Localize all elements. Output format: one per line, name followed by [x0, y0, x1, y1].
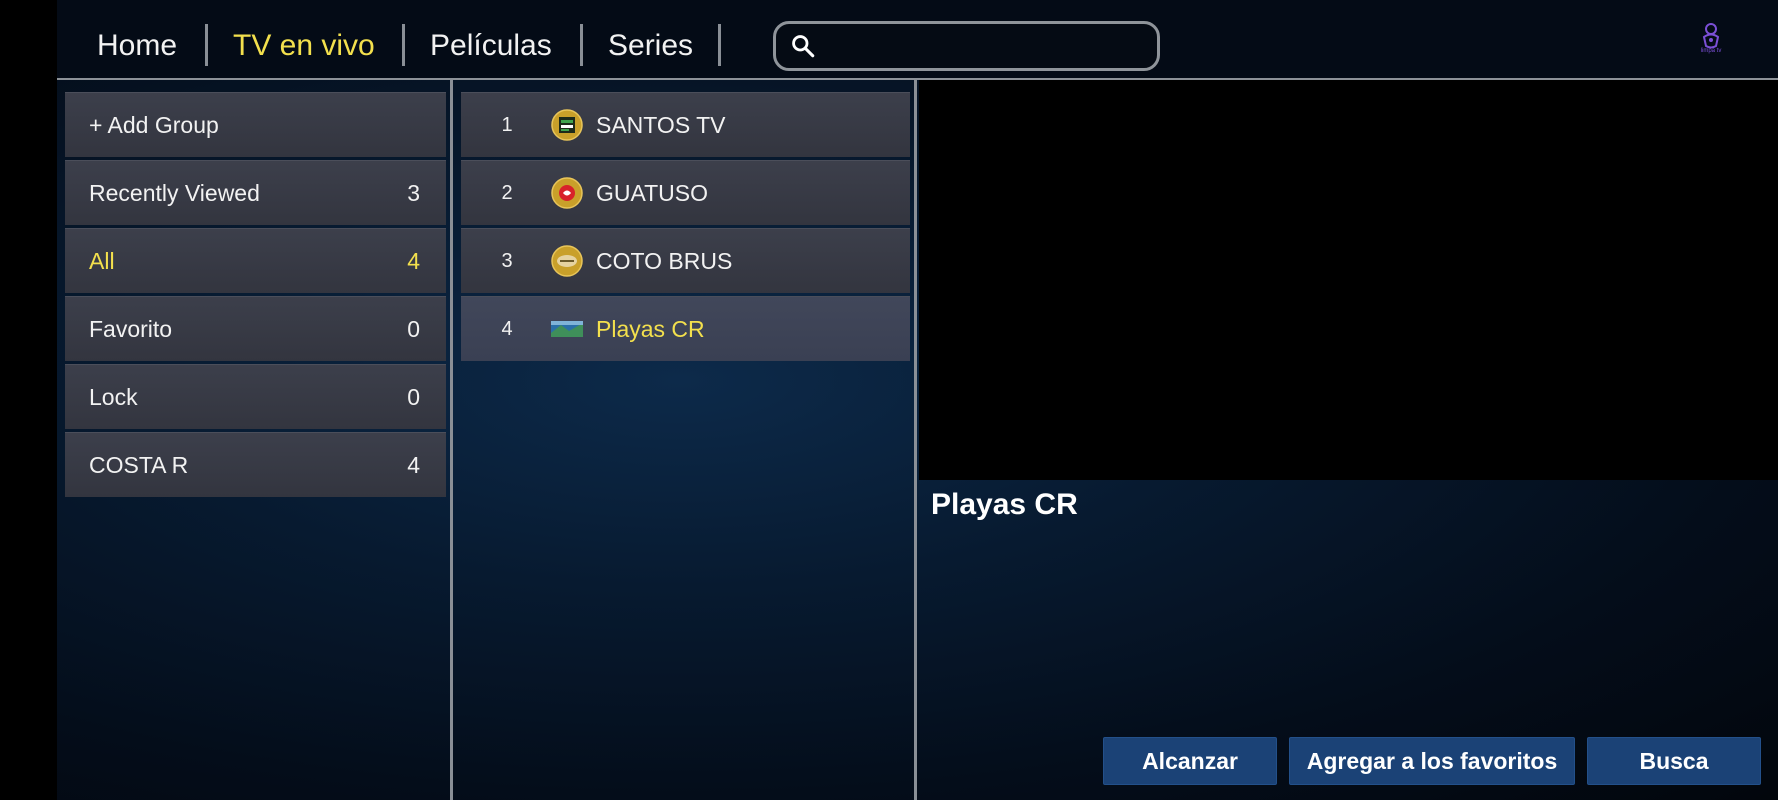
add-favorite-button[interactable]: Agregar a los favoritos	[1289, 737, 1575, 785]
group-label: Recently Viewed	[89, 180, 260, 206]
playas-cr-thumbnail-icon	[551, 321, 583, 337]
left-edge-bar	[0, 0, 57, 800]
nav-separator	[580, 24, 583, 66]
group-count: 0	[407, 316, 420, 342]
tab-tv-en-vivo[interactable]: TV en vivo	[233, 24, 375, 68]
group-count: 3	[407, 180, 420, 206]
group-count: 4	[407, 248, 420, 274]
channel-name: COTO BRUS	[596, 248, 733, 274]
group-count: 4	[407, 452, 420, 478]
channel-number: 1	[501, 114, 513, 136]
coto-brus-logo-icon	[551, 245, 583, 277]
group-lock[interactable]: Lock 0	[65, 364, 446, 429]
group-label: All	[89, 248, 115, 274]
search-input[interactable]	[828, 28, 1142, 66]
channel-item-selected[interactable]: 4 Playas CR	[461, 296, 910, 361]
nav-separator	[205, 24, 208, 66]
group-label: Lock	[89, 384, 138, 410]
search-icon[interactable]	[790, 33, 816, 59]
nav-separator	[402, 24, 405, 66]
tab-series[interactable]: Series	[608, 24, 693, 68]
tab-home[interactable]: Home	[97, 24, 177, 68]
channel-name: Playas CR	[596, 316, 705, 342]
channel-item[interactable]: 1 SANTOS TV	[461, 92, 910, 157]
group-label: + Add Group	[89, 112, 219, 138]
group-costa-r[interactable]: COSTA R 4	[65, 432, 446, 497]
channel-list: 1 SANTOS TV 2 GUATUSO 3 COTO BRUS 4 Play…	[461, 92, 910, 364]
reach-button[interactable]: Alcanzar	[1103, 737, 1277, 785]
group-recently-viewed[interactable]: Recently Viewed 3	[65, 160, 446, 225]
column-separator	[450, 80, 453, 800]
group-favorito[interactable]: Favorito 0	[65, 296, 446, 361]
group-label: COSTA R	[89, 452, 189, 478]
group-add[interactable]: + Add Group	[65, 92, 446, 157]
group-label: Favorito	[89, 316, 173, 342]
group-all[interactable]: All 4	[65, 228, 446, 293]
channel-number: 4	[501, 318, 513, 340]
app-logo-text: limpa tv	[1700, 48, 1722, 54]
channel-name: SANTOS TV	[596, 112, 726, 138]
channel-number: 2	[501, 182, 513, 204]
video-preview[interactable]	[919, 80, 1778, 480]
column-separator	[914, 80, 917, 800]
search-button[interactable]: Busca	[1587, 737, 1761, 785]
nav-separator	[718, 24, 721, 66]
channel-item[interactable]: 2 GUATUSO	[461, 160, 910, 225]
search-box[interactable]	[773, 21, 1160, 71]
channel-name: GUATUSO	[596, 180, 709, 206]
group-list: + Add Group Recently Viewed 3 All 4 Favo…	[65, 92, 446, 500]
tab-peliculas[interactable]: Películas	[430, 24, 552, 68]
now-playing-title: Playas CR	[931, 488, 1078, 521]
channel-number: 3	[501, 250, 513, 272]
group-count: 0	[407, 384, 420, 410]
live-tv-screen: Home TV en vivo Películas Series limpa t…	[0, 0, 1778, 800]
santos-tv-logo-icon	[551, 109, 583, 141]
app-logo	[1702, 23, 1720, 49]
guatuso-logo-icon	[551, 177, 583, 209]
channel-item[interactable]: 3 COTO BRUS	[461, 228, 910, 293]
